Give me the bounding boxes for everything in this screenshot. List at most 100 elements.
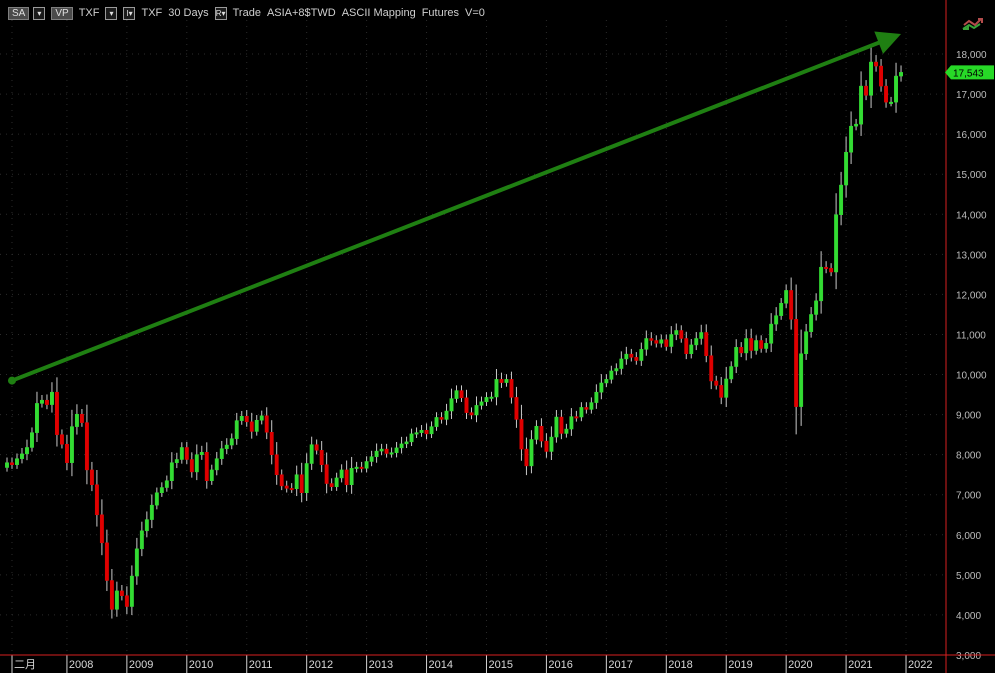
up-candle [764, 343, 769, 349]
up-candle [199, 452, 204, 455]
x-axis-tick-label: 2019 [728, 659, 752, 671]
y-axis-tick-label: 16,000 [956, 130, 987, 141]
up-candle [219, 448, 224, 459]
x-axis-tick-label: 2021 [848, 659, 872, 671]
down-candle [584, 407, 589, 410]
down-candle [524, 448, 529, 467]
up-candle [159, 487, 164, 493]
down-candle [879, 65, 884, 87]
trade-label: Trade [232, 7, 261, 19]
up-candle [669, 334, 674, 347]
down-candle [284, 485, 289, 489]
x-axis-tick-label: 2009 [129, 659, 153, 671]
y-axis-tick-label: 8,000 [956, 451, 981, 462]
down-candle [269, 431, 274, 455]
x-axis-tick-label: 2014 [429, 659, 453, 671]
up-candle [754, 340, 759, 351]
up-candle [579, 407, 584, 418]
symbol-dropdown-icon[interactable]: ▾ [105, 6, 118, 20]
up-candle [734, 347, 739, 367]
x-axis-tick-label: 2022 [908, 659, 932, 671]
range-dropdown[interactable]: R▾ [214, 6, 227, 20]
up-candle [819, 266, 824, 302]
up-candle [809, 314, 814, 332]
down-candle [794, 319, 799, 407]
y-axis-tick-label: 15,000 [956, 170, 987, 181]
up-candle [769, 323, 774, 344]
up-candle [229, 438, 234, 446]
down-candle [654, 340, 659, 344]
up-candle [594, 391, 599, 403]
interval-dropdown[interactable]: I▾ [123, 6, 136, 20]
down-candle [59, 434, 64, 445]
refresh-arrows-icon[interactable] [960, 15, 984, 33]
up-candle [444, 410, 449, 420]
up-candle [144, 519, 149, 532]
up-candle [169, 462, 174, 481]
up-candle [784, 290, 789, 304]
down-candle [344, 469, 349, 485]
down-candle [124, 595, 129, 607]
up-candle [139, 530, 144, 550]
up-candle [114, 590, 119, 610]
up-candle [374, 450, 379, 457]
up-candle [529, 439, 534, 467]
symbol-label: TXF [78, 7, 100, 19]
up-candle [699, 332, 704, 339]
up-candle [20, 453, 24, 459]
down-candle [864, 85, 869, 96]
down-candle [629, 353, 634, 358]
up-candle [5, 462, 9, 468]
sa-button[interactable]: SA [8, 6, 30, 20]
up-candle [689, 344, 694, 354]
up-candle [569, 416, 574, 430]
x-axis-tick-label: 2013 [369, 659, 393, 671]
up-candle [724, 378, 729, 398]
up-candle [484, 397, 489, 403]
up-candle [209, 469, 214, 481]
up-candle [774, 315, 779, 325]
x-axis-tick-label: 2020 [788, 659, 812, 671]
volume-label: V=0 [465, 7, 485, 19]
x-axis-tick-label: 2010 [189, 659, 213, 671]
up-candle [35, 403, 39, 433]
down-candle [539, 425, 544, 442]
down-candle [84, 422, 89, 471]
y-axis-tick-label: 14,000 [956, 210, 987, 221]
down-candle [719, 385, 724, 398]
y-axis-tick-label: 4,000 [956, 611, 981, 622]
down-candle [559, 416, 564, 434]
sa-dropdown-icon[interactable]: ▾ [33, 6, 46, 20]
x-axis-tick-label: 2018 [668, 659, 692, 671]
down-candle [99, 514, 104, 544]
chart-grid [0, 0, 995, 673]
current-price-label: 17,543 [953, 68, 984, 79]
down-candle [264, 415, 269, 433]
down-candle [634, 357, 639, 361]
y-axis-tick-label: 9,000 [956, 411, 981, 422]
up-candle [449, 398, 454, 412]
down-candle [679, 330, 684, 339]
up-candle [564, 428, 569, 434]
x-axis-tick-label: 2017 [608, 659, 632, 671]
down-candle [514, 397, 519, 420]
up-candle [494, 379, 499, 398]
up-candle [489, 396, 494, 399]
x-axis-tick-label: 2008 [69, 659, 93, 671]
y-axis-tick-label: 17,000 [956, 90, 987, 101]
down-candle [464, 397, 469, 413]
vp-button[interactable]: VP [51, 6, 73, 20]
down-candle [759, 340, 764, 349]
y-axis-tick-label: 10,000 [956, 371, 987, 382]
up-candle [869, 61, 874, 96]
down-candle [459, 390, 464, 399]
price-chart: 3,000 4,000 5,000 6,000 7,000 8,000 9,000 10,00… [0, 0, 995, 673]
down-candle [45, 399, 49, 405]
up-candle [349, 468, 354, 485]
y-axis-tick-label: 7,000 [956, 491, 981, 502]
symbol-repeat-label: TXF [141, 7, 163, 19]
down-candle [89, 469, 94, 485]
up-candle [839, 184, 844, 215]
up-candle [129, 575, 134, 607]
down-candle [384, 448, 389, 454]
